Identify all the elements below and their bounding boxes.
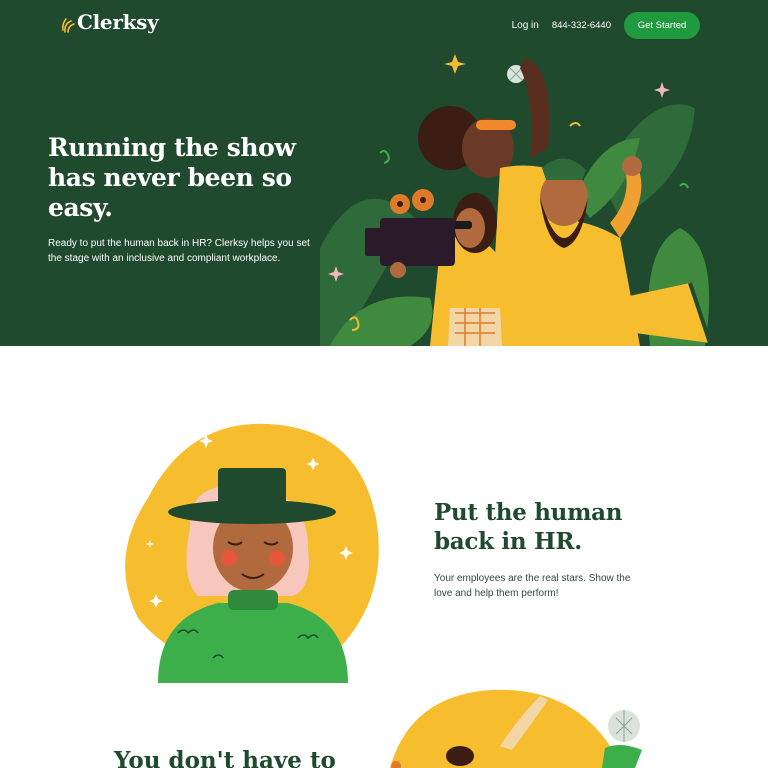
woman-in-hat-illustration [125, 423, 379, 683]
film-crew-illustration [320, 54, 712, 346]
brand-logo[interactable]: Clerksy [62, 10, 159, 34]
hero-subtitle: Ready to put the human back in HR? Clerk… [48, 238, 310, 264]
sports-illustration [390, 689, 642, 768]
clerksy-spark-icon [62, 18, 76, 34]
section-human-title: Put the human back in HR. [434, 499, 623, 555]
hero-section: Clerksy Log in 844-332-6440 Get Started … [0, 0, 768, 346]
section-next-title: You don't have to [114, 747, 336, 768]
brand-name: Clerksy [77, 10, 159, 34]
hero-title: Running the show has never been so easy. [48, 133, 296, 222]
get-started-button[interactable]: Get Started [624, 12, 700, 39]
section-human-subtitle: Your employees are the real stars. Show … [434, 573, 631, 599]
phone-number[interactable]: 844-332-6440 [552, 20, 611, 31]
login-link[interactable]: Log in [512, 20, 539, 31]
top-nav: Log in 844-332-6440 Get Started [512, 12, 700, 39]
